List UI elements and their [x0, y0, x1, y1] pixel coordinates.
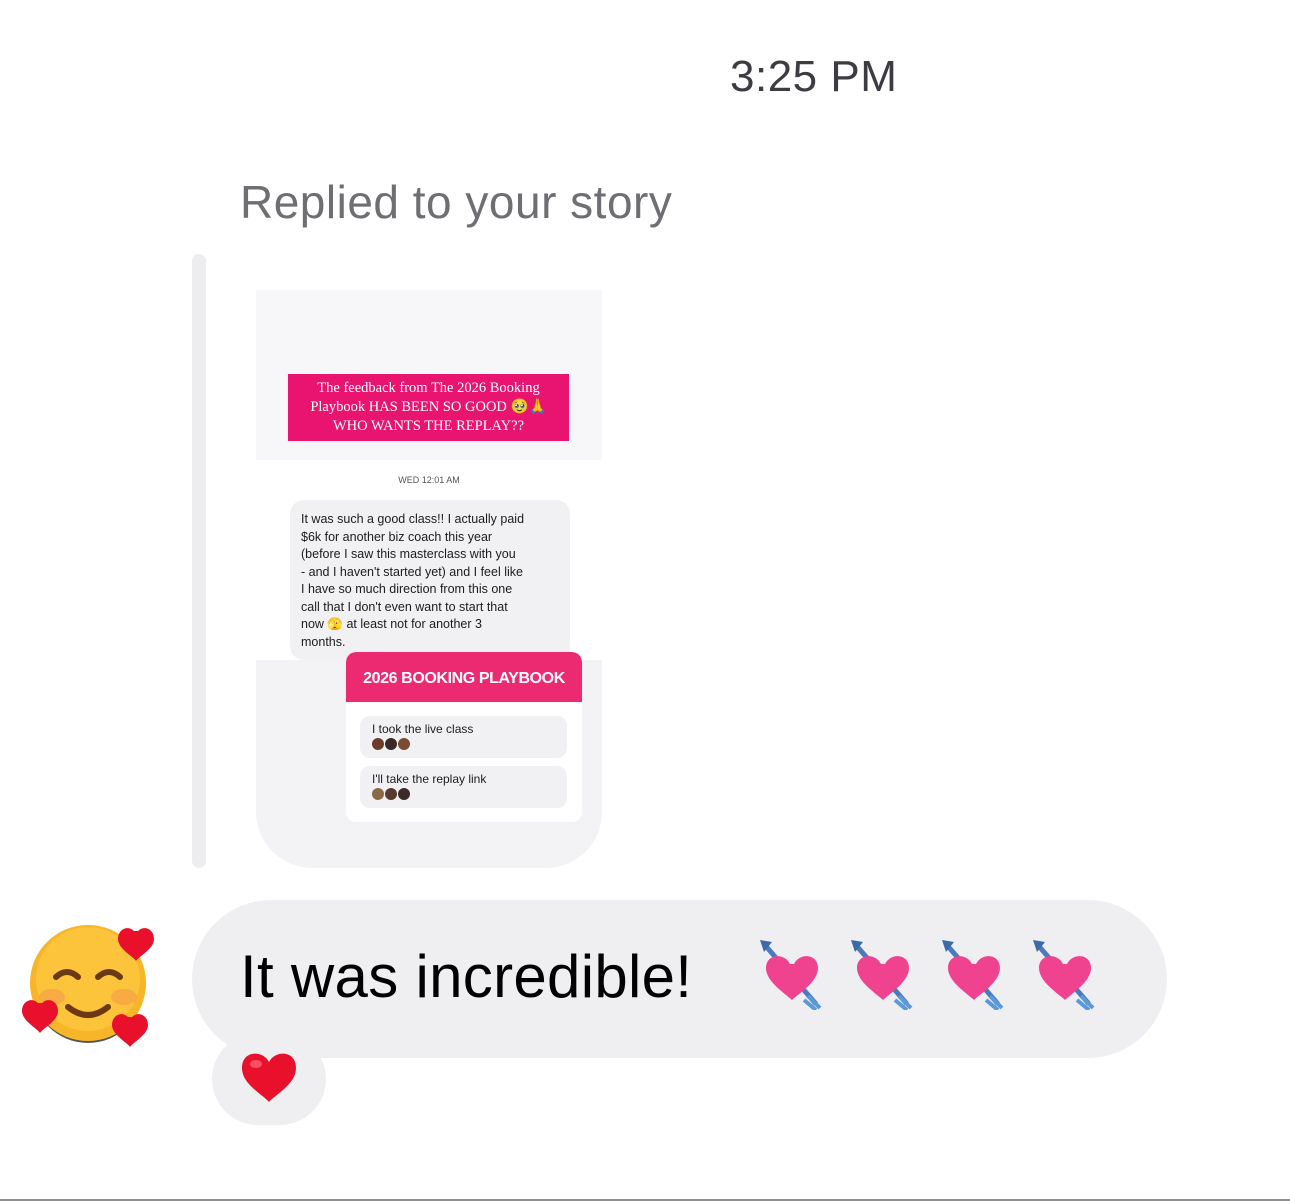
reaction-emoji: [240, 1048, 298, 1109]
story-banner: The feedback from The 2026 Booking Playb…: [288, 374, 569, 441]
voter-avatar: [385, 788, 397, 800]
heart-with-arrow-icon: [851, 940, 913, 1010]
story-message-line: I have so much direction from this one: [301, 582, 513, 596]
story-message-line: call that I don't even want to start tha…: [301, 599, 508, 614]
message-emoji-group: [758, 938, 1122, 1015]
story-poll: 2026 BOOKING PLAYBOOK I took the live cl…: [346, 652, 582, 822]
story-reply-label: Replied to your story: [240, 176, 673, 228]
story-message-line: $6k for another biz coach this year: [301, 529, 493, 544]
story-message-line: now 🫣 at least not for another 3: [301, 617, 482, 631]
poll-title: 2026 BOOKING PLAYBOOK: [346, 652, 582, 702]
story-message-line: months.: [301, 634, 346, 649]
story-message-line: It was such a good class!! I actually pa…: [301, 512, 525, 526]
story-banner-line: Playbook HAS BEEN SO GOOD 🥹🙏: [310, 399, 547, 415]
heart-with-arrow-icon: [760, 940, 822, 1010]
story-message-text: It was such a good class!! I actually pa…: [301, 511, 566, 651]
poll-option-label: I'll take the replay link: [372, 772, 487, 786]
story-reply-indicator-bar: [192, 254, 206, 868]
heart-with-arrow-icon: [1033, 940, 1095, 1010]
voter-avatars: [372, 787, 411, 805]
story-preview[interactable]: The feedback from The 2026 Booking Playb…: [256, 290, 602, 868]
poll-option: I took the live class: [360, 716, 567, 758]
story-message-line: (before I saw this masterclass with you: [301, 547, 516, 561]
voter-avatar: [398, 788, 410, 800]
story-date-label: WED 12:01 AM: [398, 475, 460, 485]
poll-option-label: I took the live class: [372, 722, 474, 736]
story-banner-line: The feedback from The 2026 Booking: [317, 380, 540, 396]
voter-avatar: [385, 738, 397, 750]
voter-avatar: [372, 738, 384, 750]
message-timestamp: 3:25 PM: [730, 52, 898, 101]
red-heart-icon: [242, 1053, 296, 1102]
smiling-face-with-hearts-icon: [22, 925, 154, 1047]
heart-with-arrow-icon: [942, 940, 1004, 1010]
poll-option: I'll take the replay link: [360, 766, 567, 808]
voter-avatars: [372, 737, 411, 755]
message-text: It was incredible!: [240, 943, 693, 1010]
voter-avatar: [372, 788, 384, 800]
sender-avatar[interactable]: [22, 925, 158, 1066]
story-banner-line: WHO WANTS THE REPLAY??: [332, 418, 525, 434]
story-message-line: - and I haven't started yet) and I feel …: [301, 564, 523, 579]
voter-avatar: [398, 738, 410, 750]
